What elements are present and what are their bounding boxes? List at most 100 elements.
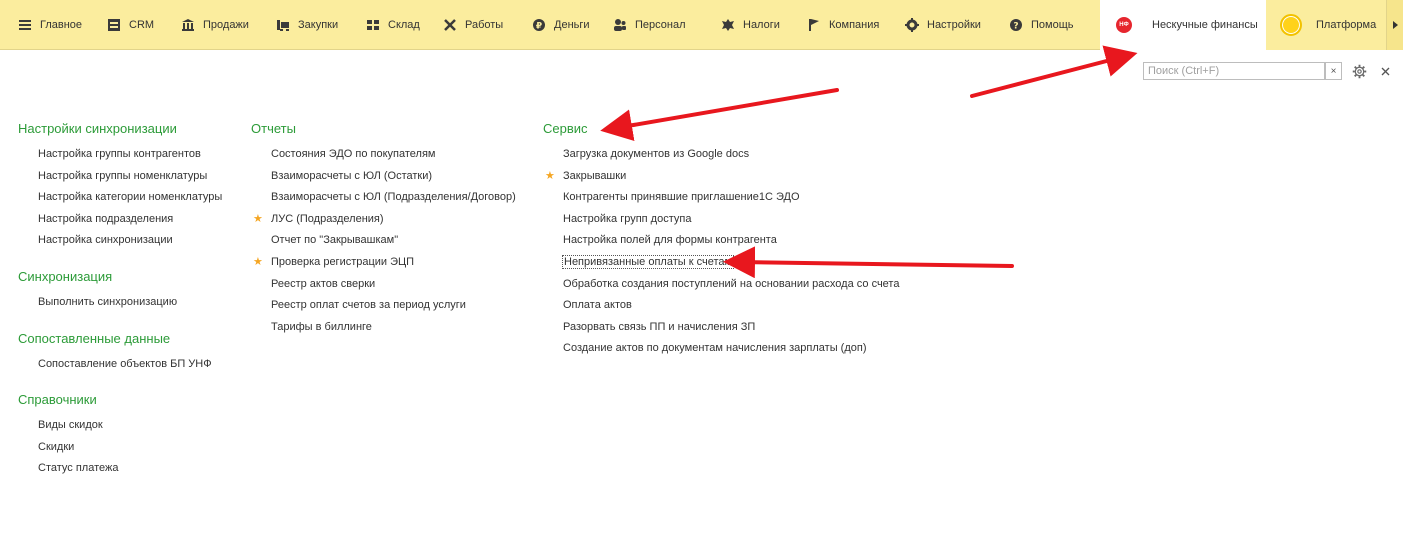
menu-link[interactable]: Реестр актов сверки: [251, 274, 516, 296]
menu-link-label: Создание актов по документам начисления …: [563, 342, 867, 355]
section-sync-settings: Настройки синхронизации Настройка группы…: [18, 118, 222, 252]
menu-link[interactable]: Настройка полей для формы контрагента: [543, 230, 899, 252]
menu-link-label: Настройка подразделения: [38, 212, 174, 225]
nav-purchases[interactable]: Закупки: [276, 0, 338, 50]
nav-staff-label: Персонал: [635, 19, 686, 31]
menu-link-label: Загрузка документов из Google docs: [563, 148, 750, 160]
menu-link-label: ЛУС (Подразделения): [271, 212, 384, 225]
nav-taxes[interactable]: Налоги: [721, 0, 780, 50]
menu-link-selected[interactable]: Непривязанные оплаты к счетам: [543, 252, 899, 274]
menu-link[interactable]: Скидки: [18, 437, 222, 459]
settings-gear-button[interactable]: [1351, 62, 1367, 80]
close-icon: [1381, 67, 1389, 75]
menu-link-label: Настройка групп доступа: [563, 212, 692, 225]
column-service: Сервис Загрузка документов из Google doc…: [543, 118, 899, 374]
sun-icon: [1280, 14, 1302, 36]
cart-icon: [276, 18, 290, 32]
section-sync: Синхронизация Выполнить синхронизацию: [18, 266, 222, 314]
favorite-star-icon[interactable]: ★: [253, 252, 263, 274]
crm-icon: [107, 18, 121, 32]
menu-link[interactable]: Взаиморасчеты с ЮЛ (Подразделения/Догово…: [251, 187, 516, 209]
menu-link[interactable]: Реестр оплат счетов за период услуги: [251, 295, 516, 317]
menu-link-label: Разорвать связь ПП и начисления ЗП: [563, 320, 756, 333]
menu-link-label: Реестр актов сверки: [271, 277, 376, 290]
section-title: Настройки синхронизации: [18, 121, 177, 136]
menu-link[interactable]: Настройка групп доступа: [543, 209, 899, 231]
nav-warehouse[interactable]: Склад: [366, 0, 420, 50]
nav-purchases-label: Закупки: [298, 19, 339, 31]
menu-link[interactable]: Обработка создания поступлений на основа…: [543, 274, 899, 296]
column-left: Настройки синхронизации Настройка группы…: [18, 118, 222, 494]
section-references: Справочники Виды скидок Скидки Статус пл…: [18, 389, 222, 480]
menu-link[interactable]: ★ Закрывашки: [543, 166, 899, 188]
favorite-star-icon[interactable]: ★: [545, 166, 555, 188]
menu-link[interactable]: Настройка группы контрагентов: [18, 144, 222, 166]
menu-link[interactable]: ★ Проверка регистрации ЭЦП: [251, 252, 516, 274]
menu-icon: [18, 18, 32, 32]
nav-settings[interactable]: Настройки: [905, 0, 981, 50]
nav-crm-label: CRM: [129, 19, 155, 31]
search-input[interactable]: [1143, 62, 1325, 80]
menu-link[interactable]: Отчет по "Закрывашкам": [251, 230, 516, 252]
organization-tab[interactable]: НФ Нескучные финансы: [1100, 0, 1266, 50]
section-service: Сервис Загрузка документов из Google doc…: [543, 118, 899, 360]
help-icon: ?: [1009, 18, 1023, 32]
column-reports: Отчеты Состояния ЭДО по покупателям Взаи…: [251, 118, 516, 352]
section-title: Синхронизация: [18, 268, 113, 284]
menu-link[interactable]: Разорвать связь ПП и начисления ЗП: [543, 317, 899, 339]
menu-link[interactable]: Настройка синхронизации: [18, 230, 222, 252]
nav-help[interactable]: ? Помощь: [1009, 0, 1074, 50]
menu-link-label: Закрывашки: [563, 169, 627, 182]
menu-link-label: Состояния ЭДО по покупателям: [271, 148, 436, 160]
menu-link-label: Контрагенты принявшие приглашение1С ЭДО: [563, 191, 800, 204]
menu-link[interactable]: ★ ЛУС (Подразделения): [251, 209, 516, 231]
section-title: Отчеты: [251, 121, 296, 136]
menu-link[interactable]: Взаиморасчеты с ЮЛ (Остатки): [251, 166, 516, 188]
svg-text:₽: ₽: [536, 22, 542, 32]
money-icon: ₽: [532, 18, 546, 32]
menu-link[interactable]: Контрагенты принявшие приглашение1С ЭДО: [543, 187, 899, 209]
svg-text:?: ?: [1013, 22, 1018, 32]
menu-link[interactable]: Настройка категории номенклатуры: [18, 187, 222, 209]
menu-link[interactable]: Сопоставление объектов БП УНФ: [18, 354, 222, 376]
menu-link-label: Взаиморасчеты с ЮЛ (Остатки): [271, 169, 433, 182]
nav-scroll-right-button[interactable]: [1386, 0, 1403, 50]
menu-link-label: Статус платежа: [38, 462, 119, 475]
nav-crm[interactable]: CRM: [107, 0, 154, 50]
menu-link[interactable]: Состояния ЭДО по покупателям: [251, 144, 516, 166]
emblem-icon: [721, 18, 735, 32]
nav-company-label: Компания: [829, 19, 880, 31]
nav-staff[interactable]: Персонал: [613, 0, 686, 50]
menu-link-label: Взаиморасчеты с ЮЛ (Подразделения/Догово…: [271, 191, 516, 204]
menu-link[interactable]: Статус платежа: [18, 458, 222, 480]
nav-company[interactable]: Компания: [807, 0, 879, 50]
section-title: Справочники: [18, 392, 97, 408]
nav-main[interactable]: Главное: [18, 0, 82, 50]
menu-link[interactable]: Загрузка документов из Google docs: [543, 144, 899, 166]
nav-money[interactable]: ₽ Деньги: [532, 0, 590, 50]
organization-label: Нескучные финансы: [1152, 19, 1258, 31]
menu-link[interactable]: Настройка группы номенклатуры: [18, 166, 222, 188]
menu-link-label: Виды скидок: [38, 419, 103, 432]
platform-label: Платформа: [1316, 19, 1377, 31]
search-clear-button[interactable]: ×: [1325, 62, 1342, 80]
section-title: Сопоставленные данные: [18, 330, 171, 346]
tools-icon: [443, 18, 457, 32]
nav-sales[interactable]: Продажи: [181, 0, 249, 50]
menu-link[interactable]: Создание актов по документам начисления …: [543, 338, 899, 360]
close-button[interactable]: [1379, 62, 1391, 80]
menu-link[interactable]: Выполнить синхронизацию: [18, 292, 222, 314]
platform-tab[interactable]: Платформа: [1266, 0, 1386, 50]
menu-link-label: Реестр оплат счетов за период услуги: [271, 299, 466, 312]
chevron-right-icon: [1392, 21, 1398, 29]
menu-link[interactable]: Виды скидок: [18, 415, 222, 437]
favorite-star-icon[interactable]: ★: [253, 209, 263, 231]
menu-link[interactable]: Тарифы в биллинге: [251, 317, 516, 339]
menu-link-label: Настройка категории номенклатуры: [38, 191, 223, 204]
menu-link-label: Обработка создания поступлений на основа…: [563, 277, 900, 290]
top-navigation-bar: Главное CRM Продажи Закупки Склад Работы…: [0, 0, 1403, 50]
menu-link[interactable]: Оплата актов: [543, 295, 899, 317]
nav-works[interactable]: Работы: [443, 0, 503, 50]
menu-link[interactable]: Настройка подразделения: [18, 209, 222, 231]
gear-icon: [1352, 64, 1366, 78]
